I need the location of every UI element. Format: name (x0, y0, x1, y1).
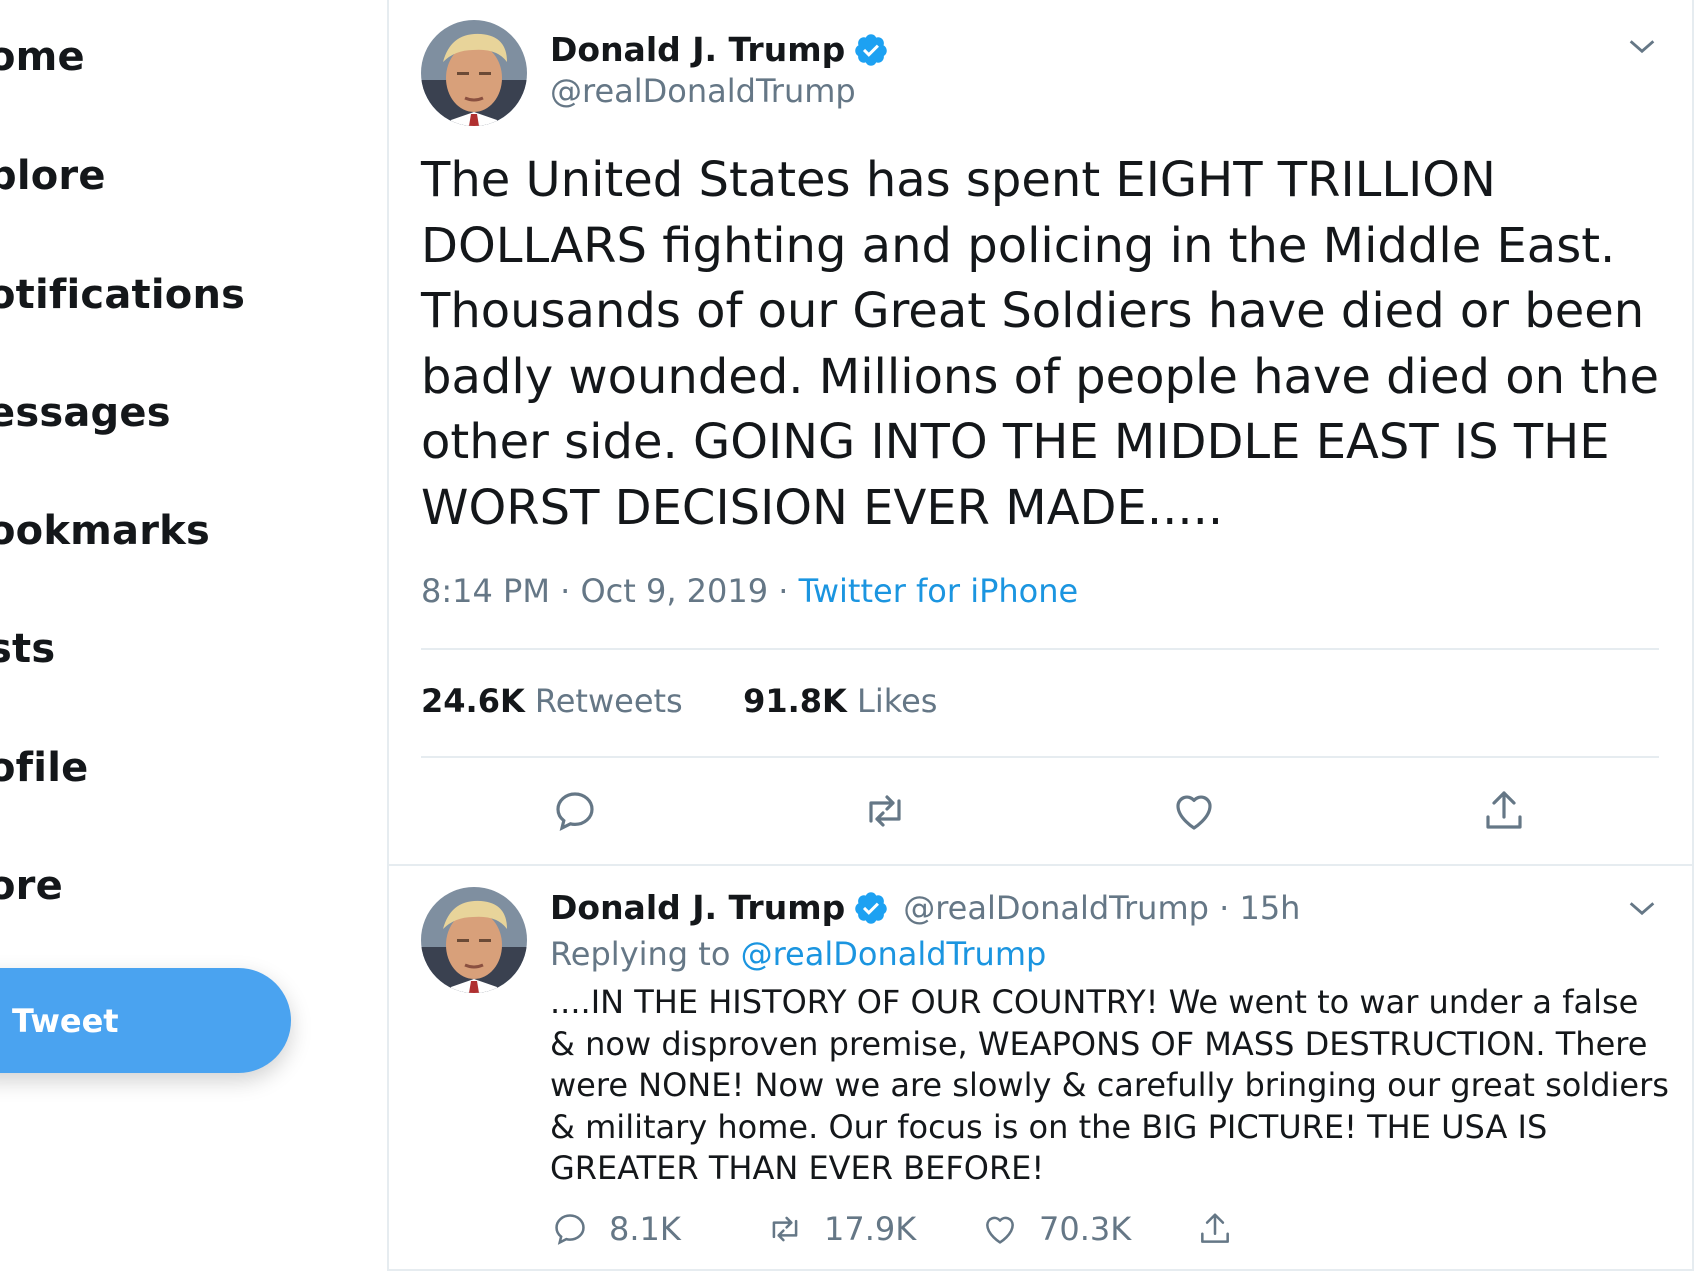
replying-to: Replying to @realDonaldTrump (550, 935, 1046, 973)
sidebar-item-notifications[interactable]: otifications (0, 272, 245, 318)
verified-badge-icon (855, 891, 887, 924)
chevron-down-icon[interactable] (1625, 30, 1659, 64)
sidebar-item-messages[interactable]: essages (0, 390, 171, 436)
avatar[interactable] (421, 887, 527, 993)
author-handle-time[interactable]: @realDonaldTrump · 15h (903, 889, 1300, 927)
chevron-down-icon[interactable] (1625, 892, 1659, 926)
sidebar-item-home[interactable]: ome (0, 34, 85, 80)
reply-count: 8.1K (609, 1210, 681, 1248)
like-action[interactable]: 70.3K (981, 1210, 1131, 1248)
divider (421, 756, 1659, 758)
reply-action[interactable]: 8.1K (551, 1210, 681, 1248)
reply-icon (555, 1214, 585, 1245)
share-action[interactable] (1196, 1210, 1254, 1248)
reply-icon[interactable] (551, 787, 599, 835)
replying-prefix: Replying to (550, 935, 741, 973)
retweets-label: Retweets (534, 682, 683, 720)
author-name[interactable]: Donald J. Trump (550, 30, 845, 69)
retweet-icon (772, 1216, 798, 1242)
author-handle[interactable]: @realDonaldTrump (550, 72, 856, 110)
retweets-count: 24.6K (421, 682, 525, 720)
reply-author: Donald J. Trump @realDonaldTrump · 15h (550, 888, 1300, 927)
reply-tweet-text: ....IN THE HISTORY OF OUR COUNTRY! We we… (550, 983, 1669, 1187)
sidebar-item-explore[interactable]: plore (0, 153, 106, 199)
sidebar-item-lists[interactable]: sts (0, 626, 55, 672)
sidebar-item-bookmarks[interactable]: ookmarks (0, 508, 210, 554)
tweet-timestamp[interactable]: 8:14 PM · Oct 9, 2019 · (421, 572, 799, 610)
tweet-stats: 24.6K Retweets 91.8K Likes (421, 682, 937, 720)
divider (389, 864, 1693, 866)
share-icon (1201, 1213, 1229, 1243)
sidebar-item-profile[interactable]: ofile (0, 745, 88, 791)
tweet-source-link[interactable]: Twitter for iPhone (799, 572, 1079, 610)
like-icon (986, 1216, 1014, 1244)
likes-count: 91.8K (743, 682, 847, 720)
tweet-text: The United States has spent EIGHT TRILLI… (421, 152, 1660, 536)
retweets-stat[interactable]: 24.6K Retweets (421, 682, 683, 720)
retweet-icon[interactable] (861, 787, 909, 835)
divider (421, 648, 1659, 650)
tweet-button-label: Tweet (12, 1001, 119, 1040)
like-icon[interactable] (1170, 787, 1218, 835)
sidebar-nav: ome plore otifications essages ookmarks … (0, 0, 387, 1271)
avatar[interactable] (421, 20, 527, 126)
tweet-author: Donald J. Trump (550, 30, 889, 69)
likes-stat[interactable]: 91.8K Likes (743, 682, 937, 720)
column-divider (1692, 0, 1694, 1271)
tweet-meta: 8:14 PM · Oct 9, 2019 · Twitter for iPho… (421, 572, 1078, 610)
tweet-button[interactable]: Tweet (0, 968, 291, 1073)
verified-badge-icon (855, 33, 887, 66)
author-name[interactable]: Donald J. Trump (550, 888, 845, 927)
sidebar-item-more[interactable]: ore (0, 863, 63, 909)
replying-mention-link[interactable]: @realDonaldTrump (741, 935, 1047, 973)
retweet-count: 17.9K (824, 1210, 917, 1248)
like-count: 70.3K (1039, 1210, 1132, 1248)
retweet-action[interactable]: 17.9K (766, 1210, 916, 1248)
likes-label: Likes (856, 682, 938, 720)
share-icon[interactable] (1480, 787, 1528, 835)
